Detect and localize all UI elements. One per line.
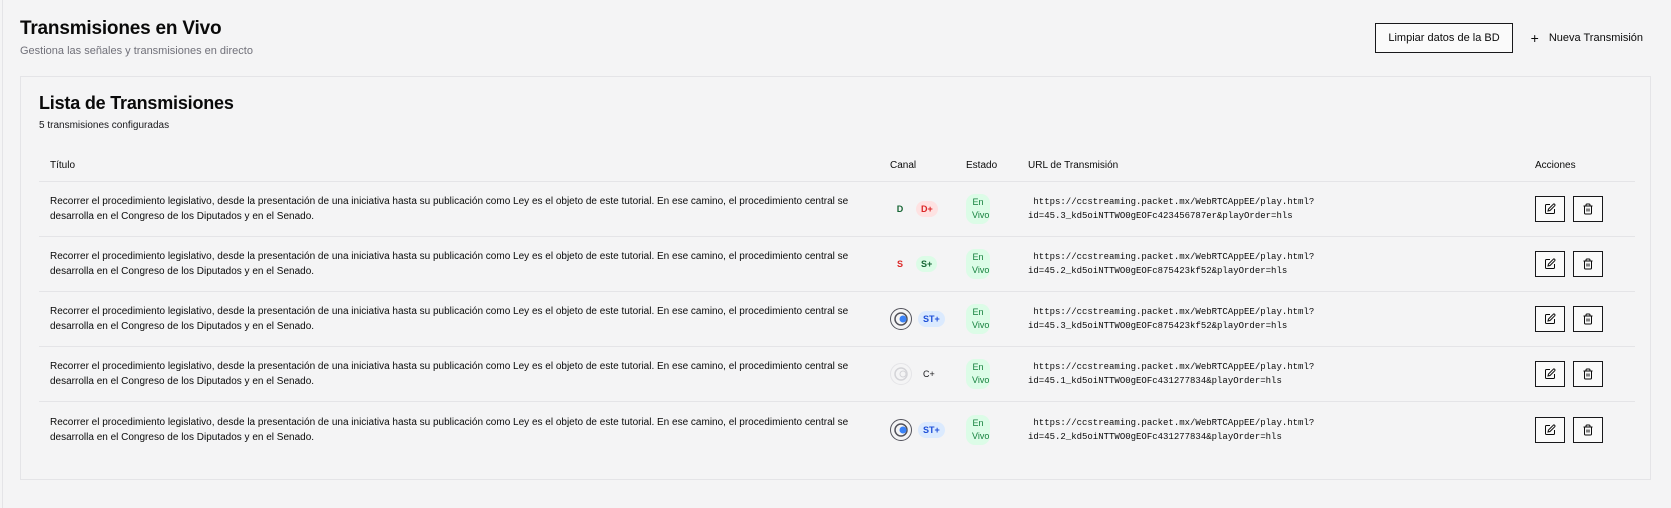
- status-badge: En Vivo: [966, 194, 990, 224]
- stream-url-line1: https://ccstreaming.packet.mx/WebRTCAppE…: [1028, 307, 1315, 317]
- channel-plus-badge: C+: [923, 369, 935, 379]
- edit-icon: [1545, 258, 1556, 269]
- canal-cell: ST+: [890, 308, 966, 330]
- table-header: Título Canal Estado URL de Transmisión A…: [39, 149, 1635, 182]
- delete-button[interactable]: [1573, 196, 1603, 222]
- stream-title: Recorrer el procedimiento legislativo, d…: [50, 306, 849, 332]
- edit-button[interactable]: [1535, 416, 1565, 443]
- page-header: Transmisiones en Vivo Gestiona las señal…: [20, 18, 1651, 58]
- stream-url-line2: id=45.1_kd5oiNTTWO0gEOFc431277834&playOr…: [1028, 376, 1282, 386]
- stream-url-line2: id=45.2_kd5oiNTTWO0gEOFc875423kf52&playO…: [1028, 266, 1288, 276]
- canal-cell: S S+: [890, 256, 966, 272]
- edit-button[interactable]: [1535, 251, 1565, 277]
- plus-icon: +: [1530, 30, 1539, 46]
- trash-icon: [1583, 203, 1593, 215]
- delete-button[interactable]: [1573, 416, 1603, 443]
- stream-url-line1: https://ccstreaming.packet.mx/WebRTCAppE…: [1028, 362, 1315, 372]
- channel-logo-icon: [890, 308, 912, 330]
- status-badge: En Vivo: [966, 249, 990, 279]
- edit-icon: [1545, 368, 1556, 379]
- stream-url-line1: https://ccstreaming.packet.mx/WebRTCAppE…: [1028, 252, 1315, 262]
- trash-icon: [1583, 424, 1593, 435]
- status-badge: En Vivo: [966, 304, 990, 334]
- channel-plus-badge: D+: [916, 201, 938, 217]
- table-row: Recorrer el procedimiento legislativo, d…: [39, 292, 1635, 347]
- channel-logo-icon: [890, 418, 912, 441]
- stream-title: Recorrer el procedimiento legislativo, d…: [50, 361, 849, 387]
- header-actions: Limpiar datos de la BD + Nueva Transmisi…: [1375, 23, 1651, 53]
- edit-button[interactable]: [1535, 361, 1565, 387]
- column-header-canal: Canal: [890, 159, 917, 171]
- column-header-title: Título: [50, 159, 76, 171]
- new-stream-label: Nueva Transmisión: [1548, 32, 1643, 44]
- new-stream-button[interactable]: + Nueva Transmisión: [1523, 23, 1651, 53]
- edit-icon: [1545, 203, 1556, 214]
- trash-icon: [1583, 368, 1593, 380]
- status-badge: En Vivo: [966, 414, 990, 445]
- stream-title: Recorrer el procedimiento legislativo, d…: [50, 196, 849, 222]
- canal-cell: ST+: [890, 418, 966, 441]
- edit-icon: [1545, 423, 1556, 435]
- delete-button[interactable]: [1573, 251, 1603, 277]
- column-header-estado: Estado: [966, 159, 998, 171]
- edit-button[interactable]: [1535, 196, 1565, 222]
- channel-badge: D: [890, 201, 910, 217]
- delete-button[interactable]: [1573, 306, 1603, 332]
- channel-plus-badge: ST+: [918, 421, 945, 438]
- trash-icon: [1583, 313, 1593, 325]
- channel-plus-badge: S+: [916, 256, 938, 272]
- stream-url-line2: id=45.3_kd5oiNTTWO0gEOFc875423kf52&playO…: [1028, 321, 1288, 331]
- channel-logo-icon: [890, 363, 912, 385]
- sidebar-edge: [2, 0, 3, 508]
- stream-url-line2: id=45.3_kd5oiNTTWO0gEOFc423456787er&play…: [1028, 211, 1293, 221]
- table-row: Recorrer el procedimiento legislativo, d…: [39, 402, 1635, 457]
- stream-url-line1: https://ccstreaming.packet.mx/WebRTCAppE…: [1028, 197, 1315, 207]
- stream-url-line2: id=45.2_kd5oiNTTWO0gEOFc431277834&playOr…: [1028, 431, 1282, 442]
- stream-title: Recorrer el procedimiento legislativo, d…: [50, 416, 849, 443]
- trash-icon: [1583, 258, 1593, 270]
- streams-card: Lista de Transmisiones 5 transmisiones c…: [20, 76, 1651, 480]
- edit-icon: [1545, 313, 1556, 324]
- channel-plus-badge: ST+: [918, 311, 945, 327]
- table-row: Recorrer el procedimiento legislativo, d…: [39, 347, 1635, 402]
- edit-button[interactable]: [1535, 306, 1565, 332]
- column-header-url: URL de Transmisión: [1028, 159, 1119, 171]
- status-badge: En Vivo: [966, 359, 990, 389]
- delete-button[interactable]: [1573, 361, 1603, 387]
- stream-title: Recorrer el procedimiento legislativo, d…: [50, 251, 849, 277]
- canal-cell: C+: [890, 363, 966, 385]
- canal-cell: D D+: [890, 201, 966, 217]
- table-row: Recorrer el procedimiento legislativo, d…: [39, 237, 1635, 292]
- table-row: Recorrer el procedimiento legislativo, d…: [39, 182, 1635, 237]
- stream-url-line1: https://ccstreaming.packet.mx/WebRTCAppE…: [1028, 417, 1315, 428]
- card-subtitle: 5 transmisiones configuradas: [39, 120, 170, 131]
- streams-table: Título Canal Estado URL de Transmisión A…: [39, 149, 1635, 457]
- column-header-actions: Acciones: [1535, 159, 1576, 171]
- card-title: Lista de Transmisiones: [39, 93, 234, 113]
- channel-badge: S: [890, 256, 910, 272]
- clear-db-button[interactable]: Limpiar datos de la BD: [1375, 23, 1513, 53]
